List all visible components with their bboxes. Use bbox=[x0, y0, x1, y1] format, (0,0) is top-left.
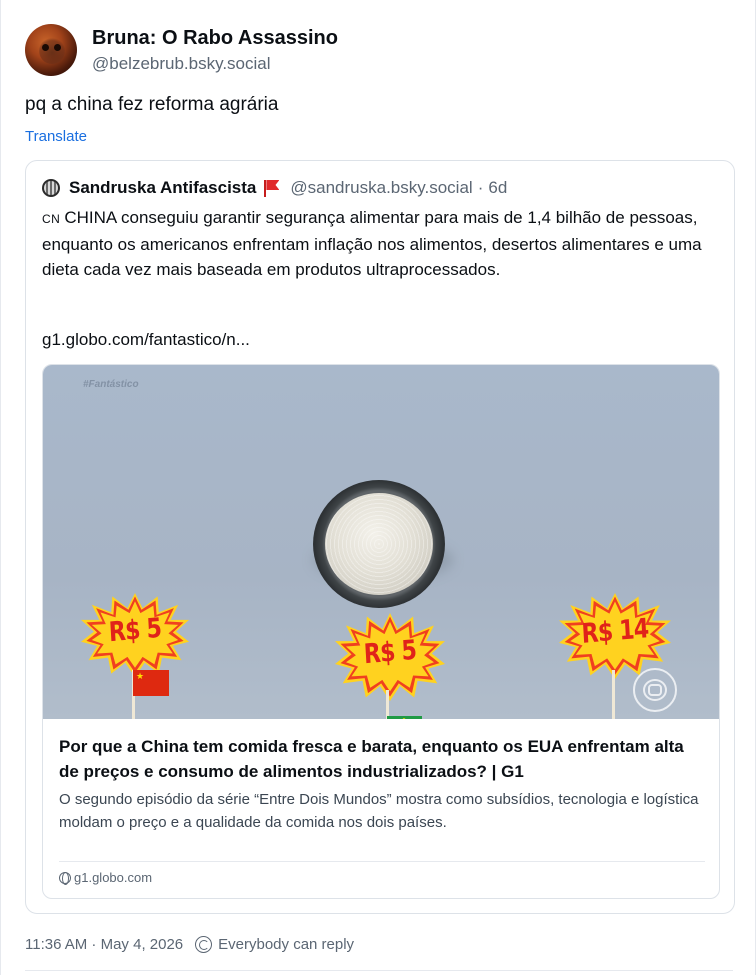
quoted-post-header: Sandruska Antifascista @sandruska.bsky.s… bbox=[42, 177, 507, 199]
author-handle[interactable]: @belzebrub.bsky.social bbox=[92, 52, 338, 76]
avatar[interactable] bbox=[25, 24, 77, 76]
rice bbox=[325, 493, 433, 595]
price-label-usa: R$ 14 bbox=[580, 613, 650, 650]
link-preview-divider bbox=[59, 861, 705, 862]
quoted-post-link[interactable]: g1.globo.com/fantastico/n... bbox=[42, 330, 250, 350]
post-thread: Bruna: O Rabo Assassino @belzebrub.bsky.… bbox=[0, 0, 756, 975]
brazil-flag-icon bbox=[387, 716, 422, 719]
link-preview-domain-text: g1.globo.com bbox=[74, 870, 153, 885]
link-preview-thumbnail[interactable]: #Fantástico R$ 5 ★ R$ 5 R$ 14 bbox=[43, 365, 719, 719]
thumbnail-watermark: #Fantástico bbox=[83, 379, 139, 390]
link-preview-domain[interactable]: g1.globo.com bbox=[59, 870, 152, 885]
post-text: pq a china fez reforma agrária bbox=[25, 94, 279, 115]
price-label-china: R$ 5 bbox=[108, 612, 162, 649]
avatar-face bbox=[39, 38, 65, 64]
link-preview-title[interactable]: Por que a China tem comida fresca e bara… bbox=[59, 734, 707, 784]
avatar-eye-right bbox=[54, 44, 61, 51]
quoted-author-handle[interactable]: @sandruska.bsky.social bbox=[290, 178, 472, 198]
quoted-post-body: CHINA conseguiu garantir segurança alime… bbox=[42, 208, 702, 279]
price-label-brasil: R$ 5 bbox=[363, 634, 417, 671]
china-flag-icon: ★ bbox=[133, 670, 169, 696]
globe-icon bbox=[59, 871, 71, 885]
translate-link[interactable]: Translate bbox=[25, 128, 87, 145]
link-preview-card[interactable]: #Fantástico R$ 5 ★ R$ 5 R$ 14 Por que a … bbox=[42, 364, 720, 899]
globo-logo-icon bbox=[633, 668, 677, 712]
link-preview-description: O segundo episódio da série “Entre Dois … bbox=[59, 791, 699, 831]
quoted-post[interactable]: Sandruska Antifascista @sandruska.bsky.s… bbox=[25, 160, 735, 914]
post-timestamp[interactable]: 11:36 AM · May 4, 2026 bbox=[25, 936, 183, 953]
separator-dot: · bbox=[477, 178, 484, 197]
post-divider bbox=[25, 970, 733, 971]
reply-setting-label: Everybody can reply bbox=[218, 935, 355, 953]
red-flag-icon bbox=[262, 179, 280, 197]
author-display-name[interactable]: Bruna: O Rabo Assassino bbox=[92, 25, 338, 51]
quoted-post-text: CN CHINA conseguiu garantir segurança ali… bbox=[42, 205, 722, 282]
author-names: Bruna: O Rabo Assassino @belzebrub.bsky.… bbox=[92, 25, 338, 76]
cn-flag-prefix: CN bbox=[42, 212, 61, 226]
quoted-time-ago[interactable]: 6d bbox=[488, 178, 507, 198]
post-header: Bruna: O Rabo Assassino @belzebrub.bsky.… bbox=[25, 24, 338, 76]
quoted-author-name[interactable]: Sandruska Antifascista bbox=[69, 178, 256, 198]
flag-stick-brasil bbox=[386, 690, 389, 719]
quoted-avatar[interactable] bbox=[42, 179, 60, 197]
link-preview-text: Por que a China tem comida fresca e bara… bbox=[59, 734, 707, 834]
avatar-eye-left bbox=[42, 44, 49, 51]
post-meta: 11:36 AM · May 4, 2026 Everybody can rep… bbox=[25, 934, 354, 954]
reply-settings-icon bbox=[195, 935, 213, 953]
flag-stick-usa bbox=[612, 670, 615, 719]
